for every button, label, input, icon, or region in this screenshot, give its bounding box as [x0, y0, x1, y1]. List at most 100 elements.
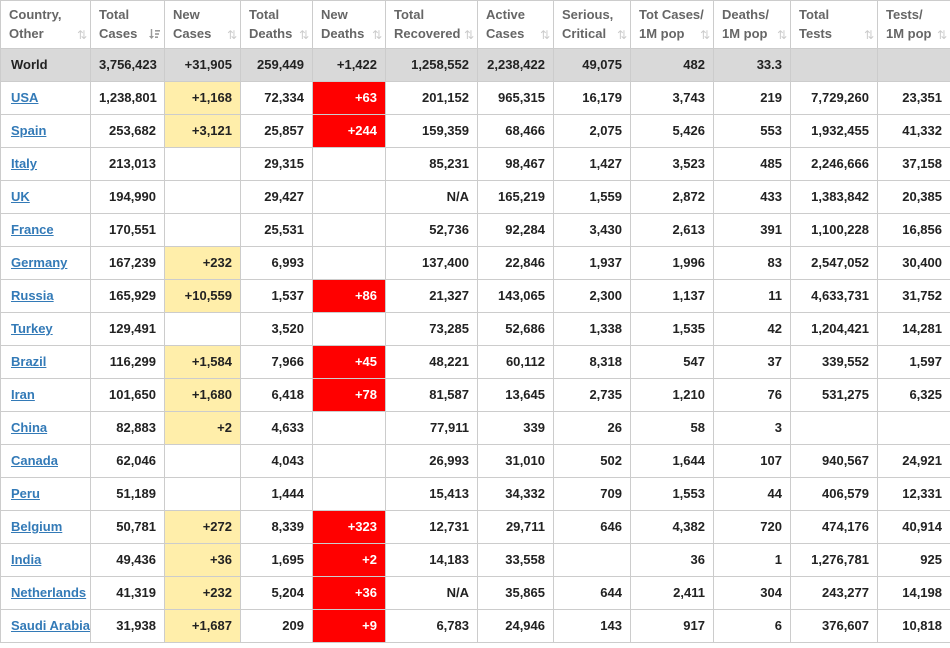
- serious_critical-cell: 2,075: [554, 114, 631, 147]
- tests_1m-cell: 6,325: [878, 378, 950, 411]
- active_cases-cell: 965,315: [478, 81, 554, 114]
- covid-stats-table: Country,Other⇅TotalCasesNewCases⇅TotalDe…: [0, 0, 950, 643]
- tests_1m-cell: 10,818: [878, 609, 950, 642]
- new_deaths-cell: +9: [313, 609, 386, 642]
- country-cell: China: [1, 411, 91, 444]
- total_tests-cell: 7,729,260: [791, 81, 878, 114]
- total_deaths-cell: 8,339: [241, 510, 313, 543]
- total_cases-cell: 50,781: [91, 510, 165, 543]
- total_deaths-cell: 1,537: [241, 279, 313, 312]
- column-label-line1: Total: [394, 7, 424, 22]
- country-cell: Germany: [1, 246, 91, 279]
- new_deaths-cell: +36: [313, 576, 386, 609]
- serious_critical-cell: 16,179: [554, 81, 631, 114]
- tot_cases_1m-cell: 58: [631, 411, 714, 444]
- column-header-total_deaths[interactable]: TotalDeaths⇅: [241, 1, 313, 49]
- column-label-line1: Active: [486, 7, 525, 22]
- country-cell: Turkey: [1, 312, 91, 345]
- active_cases-cell: 339: [478, 411, 554, 444]
- country-cell: Russia: [1, 279, 91, 312]
- country-cell: India: [1, 543, 91, 576]
- total_tests-cell: 2,246,666: [791, 147, 878, 180]
- country-link[interactable]: UK: [11, 189, 30, 204]
- country-link[interactable]: Russia: [11, 288, 54, 303]
- country-link[interactable]: Netherlands: [11, 585, 86, 600]
- total_deaths-cell: 6,418: [241, 378, 313, 411]
- deaths_1m-cell: 304: [714, 576, 791, 609]
- total_tests-cell: 2,547,052: [791, 246, 878, 279]
- active_cases-cell: 22,846: [478, 246, 554, 279]
- serious_critical-cell: 646: [554, 510, 631, 543]
- table-row: USA1,238,801+1,16872,334+63201,152965,31…: [1, 81, 950, 114]
- country-link[interactable]: Canada: [11, 453, 58, 468]
- deaths_1m-cell: 1: [714, 543, 791, 576]
- active_cases-cell: 31,010: [478, 444, 554, 477]
- tot_cases_1m-cell: 1,996: [631, 246, 714, 279]
- total_recovered-cell: 12,731: [386, 510, 478, 543]
- column-header-tests_1m[interactable]: Tests/1M pop⇅: [878, 1, 950, 49]
- column-header-new_deaths[interactable]: NewDeaths⇅: [313, 1, 386, 49]
- total_deaths-cell: 72,334: [241, 81, 313, 114]
- sort-both-icon: ⇅: [464, 29, 474, 41]
- column-header-total_recovered[interactable]: Total Recovered ⇅: [386, 1, 478, 49]
- column-header-total_tests[interactable]: TotalTests⇅: [791, 1, 878, 49]
- total_recovered-cell: 137,400: [386, 246, 478, 279]
- country-link[interactable]: USA: [11, 90, 38, 105]
- column-header-tot_cases_1m[interactable]: Tot Cases/1M pop⇅: [631, 1, 714, 49]
- total_deaths-cell: 4,043: [241, 444, 313, 477]
- country-link[interactable]: Belgium: [11, 519, 62, 534]
- country-link[interactable]: Iran: [11, 387, 35, 402]
- total_tests-cell: 940,567: [791, 444, 878, 477]
- table-row: Brazil116,299+1,5847,966+4548,22160,1128…: [1, 345, 950, 378]
- sort-both-icon: ⇅: [777, 29, 787, 41]
- table-row: Spain253,682+3,12125,857+244159,35968,46…: [1, 114, 950, 147]
- column-header-deaths_1m[interactable]: Deaths/1M pop⇅: [714, 1, 791, 49]
- country-link[interactable]: Turkey: [11, 321, 53, 336]
- table-row: Russia165,929+10,5591,537+8621,327143,06…: [1, 279, 950, 312]
- column-header-total_cases[interactable]: TotalCases: [91, 1, 165, 49]
- tot_cases_1m-cell: 917: [631, 609, 714, 642]
- new_deaths-cell: [313, 444, 386, 477]
- total_cases-cell: 253,682: [91, 114, 165, 147]
- total_deaths-cell: 25,857: [241, 114, 313, 147]
- sort-both-icon: ⇅: [937, 29, 947, 41]
- sort-both-icon: ⇅: [864, 29, 874, 41]
- sort-both-icon: ⇅: [617, 29, 627, 41]
- country-link[interactable]: China: [11, 420, 47, 435]
- new_cases-cell: +3,121: [165, 114, 241, 147]
- new_deaths-cell: +45: [313, 345, 386, 378]
- country-link[interactable]: Brazil: [11, 354, 46, 369]
- total_deaths-cell: 1,444: [241, 477, 313, 510]
- table-row: China82,883+24,63377,91133926583: [1, 411, 950, 444]
- deaths_1m-cell: 219: [714, 81, 791, 114]
- country-cell: World: [1, 48, 91, 81]
- country-link[interactable]: Saudi Arabia: [11, 618, 90, 633]
- column-header-serious_critical[interactable]: Serious,Critical⇅: [554, 1, 631, 49]
- total_deaths-cell: 3,520: [241, 312, 313, 345]
- country-link[interactable]: Spain: [11, 123, 46, 138]
- total_cases-cell: 116,299: [91, 345, 165, 378]
- total_recovered-cell: 159,359: [386, 114, 478, 147]
- serious_critical-cell: [554, 543, 631, 576]
- total_deaths-cell: 7,966: [241, 345, 313, 378]
- tot_cases_1m-cell: 1,137: [631, 279, 714, 312]
- country-cell: UK: [1, 180, 91, 213]
- column-header-active_cases[interactable]: ActiveCases⇅: [478, 1, 554, 49]
- country-link[interactable]: France: [11, 222, 54, 237]
- new_deaths-cell: [313, 246, 386, 279]
- total_cases-cell: 62,046: [91, 444, 165, 477]
- active_cases-cell: 92,284: [478, 213, 554, 246]
- column-header-new_cases[interactable]: NewCases⇅: [165, 1, 241, 49]
- country-link[interactable]: India: [11, 552, 41, 567]
- country-cell: Canada: [1, 444, 91, 477]
- country-link[interactable]: Italy: [11, 156, 37, 171]
- column-label-line2: Recovered: [394, 26, 460, 41]
- new_deaths-cell: [313, 477, 386, 510]
- country-link[interactable]: Germany: [11, 255, 67, 270]
- total_tests-cell: 243,277: [791, 576, 878, 609]
- new_deaths-cell: +2: [313, 543, 386, 576]
- country-link[interactable]: Peru: [11, 486, 40, 501]
- new_cases-cell: [165, 213, 241, 246]
- tot_cases_1m-cell: 3,743: [631, 81, 714, 114]
- column-header-country[interactable]: Country,Other⇅: [1, 1, 91, 49]
